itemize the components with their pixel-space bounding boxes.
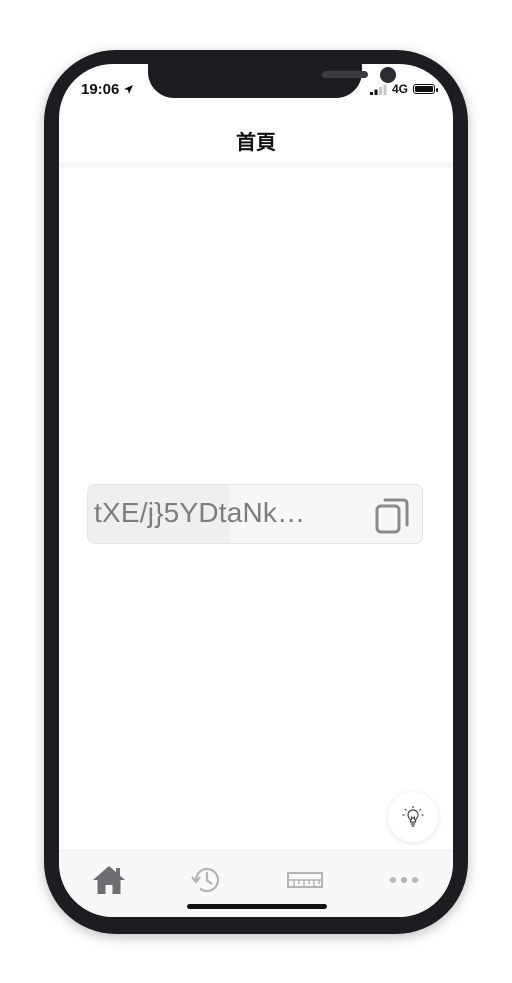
- network-type: 4G: [391, 82, 408, 96]
- status-time-label: 19:06: [81, 81, 120, 98]
- generated-key-text[interactable]: tXE/j}5YDtaNk…: [94, 497, 305, 529]
- lightbulb-icon: [402, 806, 424, 827]
- ruler-icon[interactable]: [285, 863, 325, 897]
- more-icon[interactable]: [384, 863, 424, 897]
- front-camera: [380, 67, 396, 83]
- app-screen: 19:06 4G 首頁 tXE/j}5YDtaNk…: [59, 64, 453, 917]
- tip-button[interactable]: [388, 792, 438, 842]
- status-right: 4G: [369, 82, 438, 96]
- speaker: [322, 71, 368, 78]
- home-icon[interactable]: [89, 863, 129, 897]
- location-arrow-icon: [124, 85, 134, 94]
- page-title: 首頁: [236, 132, 276, 154]
- status-time: 19:06: [81, 81, 134, 98]
- copy-icon[interactable]: [374, 495, 412, 535]
- battery-icon: [413, 84, 438, 94]
- generated-key-field[interactable]: tXE/j}5YDtaNk…: [87, 484, 423, 544]
- notch: [148, 64, 396, 98]
- history-icon[interactable]: [186, 863, 226, 897]
- cellular-signal-icon: [369, 84, 387, 95]
- home-indicator[interactable]: [187, 904, 327, 909]
